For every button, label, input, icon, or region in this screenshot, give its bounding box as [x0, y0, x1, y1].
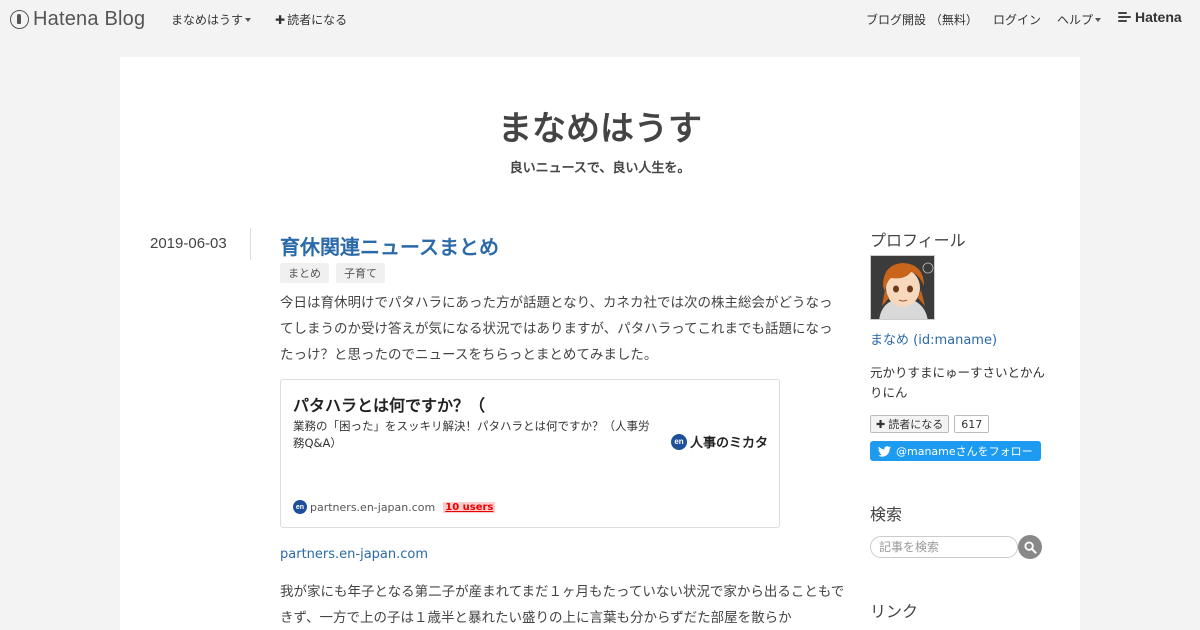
embed-card-brand-text: 人事のミカタ [690, 436, 769, 451]
entry-date[interactable]: 2019-06-03 [150, 235, 227, 252]
embed-card-footer: en partners.en-japan.com 10 users [293, 500, 496, 514]
search-heading: 検索 [870, 505, 903, 524]
embed-card-description: 業務の「困った」をスッキリ解決！パタハラとは何ですか？（人事労務Q&A） [293, 419, 650, 450]
search-button[interactable] [1018, 535, 1042, 559]
blog-menu[interactable]: まなめはうす [171, 11, 252, 28]
embed-card-title[interactable]: パタハラとは何ですか？（ [293, 392, 485, 416]
plus-icon: ✚ [275, 13, 286, 27]
profile-heading: プロフィール [870, 231, 966, 250]
twitter-follow-label: @manameさんをフォロー [896, 445, 1033, 458]
search-icon [1023, 540, 1037, 554]
plus-icon: ✚ [876, 417, 886, 431]
date-divider [250, 228, 251, 260]
en-japan-logo-icon: en [671, 433, 687, 450]
help-menu-label: ヘルプ [1057, 13, 1094, 27]
entry-paragraph: 今日は育休明けでパタハラにあった方が話題となり、カネカ社では次の株主総会がどうな… [280, 295, 833, 363]
twitter-bird-icon [878, 445, 891, 457]
embed-card[interactable]: パタハラとは何ですか？（ 業務の「困った」をスッキリ解決！パタハラとは何ですか？… [280, 379, 780, 528]
caret-down-icon [245, 18, 252, 22]
entry-title[interactable]: 育休関連ニュースまとめ [280, 231, 499, 260]
avatar[interactable] [870, 255, 935, 320]
hatena-blog-logo-icon [10, 9, 29, 29]
blog-title[interactable]: まなめはうす [120, 107, 1080, 151]
hatena-logo[interactable]: Hatena [1118, 9, 1182, 25]
subscribe-button[interactable]: ✚ 読者になる [870, 415, 950, 433]
blog-container: まなめはうす 良いニュースで、良い人生を。 2019-06-03 育休関連ニュー… [120, 57, 1080, 630]
help-menu[interactable]: ヘルプ [1057, 11, 1102, 28]
embed-card-brand: en 人事のミカタ [671, 432, 768, 451]
signup-link[interactable]: ブログ開設 （無料） [866, 11, 978, 28]
hatena-logo-text: Hatena [1135, 9, 1182, 25]
hatena-blog-logo[interactable]: Hatena Blog [10, 7, 145, 31]
subscribe-widget: ✚ 読者になる 617 [870, 415, 990, 433]
caret-down-icon [1095, 18, 1102, 22]
bookmark-users-count[interactable]: 10 users [443, 501, 496, 513]
profile-name[interactable]: まなめ (id:maname) [870, 329, 997, 348]
category-tag[interactable]: 子育て [336, 263, 385, 283]
blog-menu-label: まなめはうす [171, 13, 244, 27]
entry-paragraph: 我が家にも年子となる第二子が産まれてまだ１ヶ月もたっていない状況で家から出ること… [280, 584, 845, 626]
global-header: Hatena Blog まなめはうす ✚ 読者になる ブログ開設 （無料） ログイ… [0, 0, 1200, 38]
blog-description: 良いニュースで、良い人生を。 [509, 161, 691, 176]
avatar-illustration-icon [871, 256, 934, 319]
hatena-lines-icon [1118, 12, 1132, 22]
twitter-follow-button[interactable]: @manameさんをフォロー [870, 441, 1041, 461]
favicon-icon: en [293, 500, 307, 514]
login-link[interactable]: ログイン [993, 11, 1041, 28]
profile-description: 元かりすまにゅーすさいとかんりにん [870, 365, 1046, 400]
entry-categories: まとめ 子育て [280, 263, 385, 283]
search-input[interactable] [870, 536, 1018, 558]
header-subscribe-button[interactable]: ✚ 読者になる [275, 11, 347, 28]
embed-card-domain[interactable]: partners.en-japan.com [310, 501, 435, 514]
hatena-blog-logo-text: Hatena Blog [33, 7, 146, 30]
source-link[interactable]: partners.en-japan.com [280, 547, 428, 562]
subscriber-count[interactable]: 617 [954, 415, 990, 433]
header-subscribe-label: 読者になる [287, 13, 348, 27]
category-tag[interactable]: まとめ [280, 263, 329, 283]
links-heading: リンク [870, 602, 919, 621]
subscribe-label: 読者になる [888, 418, 944, 431]
